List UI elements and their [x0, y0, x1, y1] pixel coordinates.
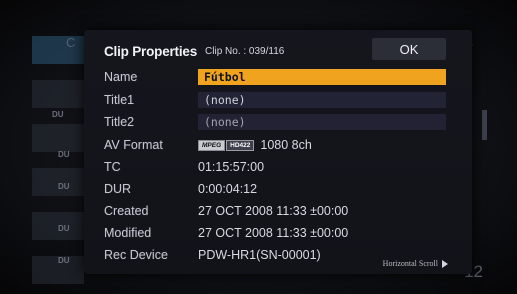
dialog-header: Clip Properties Clip No. : 039/116	[104, 40, 284, 62]
bg-thumb-label: DU	[58, 182, 70, 191]
horizontal-scroll-label: Horizontal Scroll	[382, 259, 438, 268]
ok-button[interactable]: OK	[372, 38, 446, 60]
hd422-logo-icon: HD422	[226, 139, 255, 151]
created-value: 27 OCT 2008 11:33 ±00:00	[198, 204, 349, 218]
row-name: Name Fútbol	[104, 68, 446, 86]
bg-thumb-label: DU	[52, 110, 64, 119]
dur-value: 0:00:04:12	[198, 182, 258, 196]
modified-value: 27 OCT 2008 11:33 ±00:00	[198, 226, 349, 240]
dur-label: DUR	[104, 182, 132, 196]
title1-label: Title1	[104, 93, 135, 107]
bg-thumbnail	[32, 36, 84, 64]
created-label: Created	[104, 204, 149, 218]
title2-label: Title2	[104, 115, 135, 129]
row-dur: DUR 0:00:04:12	[104, 180, 257, 198]
clip-properties-dialog: Clip Properties Clip No. : 039/116 OK Na…	[84, 30, 472, 274]
row-created: Created 27 OCT 2008 11:33 ±00:00	[104, 202, 348, 220]
clip-number: Clip No. : 039/116	[205, 45, 285, 57]
row-tc: TC 01:15:57:00	[104, 158, 264, 176]
codec-badge: MPEG HD422	[198, 139, 255, 151]
bg-scrollbar	[482, 110, 487, 140]
bg-thumbnail	[32, 124, 84, 152]
bg-thumb-label: DU	[58, 224, 70, 233]
bg-top-left-char: C	[66, 35, 76, 50]
name-field[interactable]: Fútbol	[198, 69, 446, 85]
bg-thumbnail	[32, 80, 84, 108]
mpeg-logo-icon: MPEG	[198, 139, 226, 151]
name-label: Name	[104, 70, 138, 84]
row-av-format: AV Format MPEG HD422 1080 8ch	[104, 136, 312, 154]
tc-value: 01:15:57:00	[198, 160, 265, 174]
row-modified: Modified 27 OCT 2008 11:33 ±00:00	[104, 224, 348, 242]
tc-label: TC	[104, 160, 121, 174]
bg-thumb-label: DU	[58, 150, 70, 159]
play-arrow-icon	[442, 259, 448, 268]
title1-field[interactable]: (none)	[198, 92, 446, 108]
dialog-title: Clip Properties	[104, 43, 198, 59]
rec-device-label: Rec Device	[104, 248, 168, 262]
horizontal-scroll-hint[interactable]: Horizontal Scroll	[383, 259, 448, 268]
row-title2: Title2 (none)	[104, 113, 446, 131]
title2-field[interactable]: (none)	[198, 114, 446, 130]
av-format-label: AV Format	[104, 138, 163, 152]
row-rec-device: Rec Device PDW-HR1(SN-00001)	[104, 246, 321, 264]
modified-label: Modified	[104, 226, 152, 240]
bg-thumb-label: DU	[58, 256, 70, 265]
av-format-value: 1080 8ch	[260, 138, 312, 152]
rec-device-value: PDW-HR1(SN-00001)	[198, 248, 321, 262]
row-title1: Title1 (none)	[104, 91, 446, 109]
